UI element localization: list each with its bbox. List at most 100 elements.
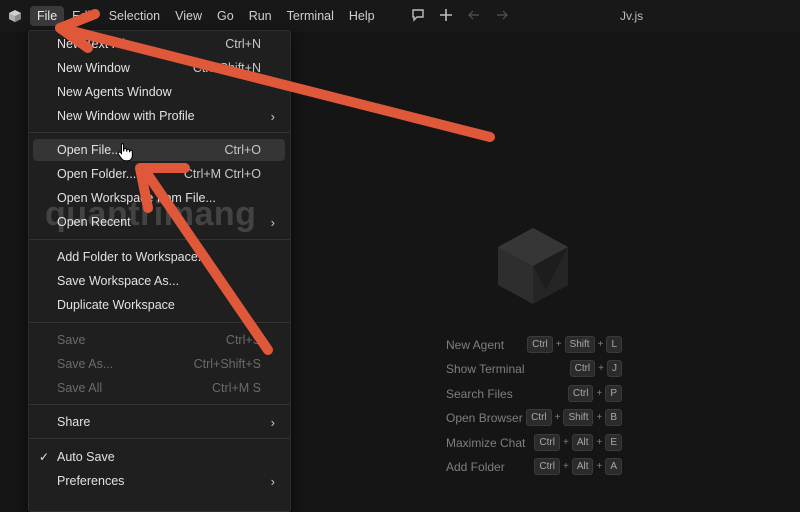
arrow-right-icon[interactable] [494, 7, 510, 23]
shortcut-name: Add Folder [446, 459, 505, 474]
menu-terminal[interactable]: Terminal [280, 6, 341, 26]
key: L [606, 336, 622, 353]
key: Ctrl [569, 360, 596, 378]
menu-item-save-all[interactable]: Save All Ctrl+M S [33, 377, 285, 399]
file-menu-dropdown: New Text File Ctrl+N New Window Ctrl+Shi… [28, 30, 291, 512]
menu-item-save-as[interactable]: Save As... Ctrl+Shift+S [33, 353, 285, 375]
menu-item-add-folder-to-workspace[interactable]: Add Folder to Workspace... [33, 246, 285, 268]
shortcut-name: Maximize Chat [446, 435, 526, 450]
shortcut-name: Open Browser [446, 411, 523, 426]
key: Shift [563, 409, 594, 427]
menu-item-label: Save [57, 333, 86, 347]
title-bar: File Edit Selection View Go Run Terminal… [0, 0, 800, 32]
app-cube-icon[interactable] [0, 0, 30, 32]
menu-separator [29, 322, 290, 323]
plus-icon[interactable] [438, 7, 454, 23]
key: Ctrl [527, 336, 553, 353]
menu-item-open-folder[interactable]: Open Folder... Ctrl+M Ctrl+O [33, 163, 285, 185]
arrow-left-icon[interactable] [466, 7, 482, 23]
menu-item-label: Share [57, 415, 91, 429]
shortcut-keys: Ctrl + Alt + A [534, 457, 622, 475]
menu-item-open-file[interactable]: Open File... Ctrl+O [33, 139, 285, 161]
menu-selection[interactable]: Selection [102, 6, 167, 26]
menu-item-new-window[interactable]: New Window Ctrl+Shift+N [33, 57, 285, 79]
menu-item-label: Save All [57, 381, 103, 395]
menu-item-auto-save[interactable]: ✓ Auto Save [33, 446, 285, 468]
key: A [605, 457, 622, 475]
menu-item-open-recent[interactable]: Open Recent › [33, 211, 285, 233]
menu-bar: File Edit Selection View Go Run Terminal… [30, 0, 383, 32]
chevron-right-icon: › [270, 108, 275, 124]
shortcut-name: Show Terminal [446, 362, 525, 377]
menu-item-shortcut: Ctrl+S [225, 333, 261, 347]
key: Shift [564, 336, 595, 353]
menu-help[interactable]: Help [342, 6, 382, 26]
menu-item-label: Save As... [57, 357, 114, 371]
menu-item-label: Add Folder to Workspace... [57, 250, 209, 264]
key: Alt [571, 433, 594, 451]
shortcut-row: Add Folder Ctrl + Alt + A [446, 457, 622, 481]
key: Ctrl [534, 433, 560, 451]
menu-item-duplicate-workspace[interactable]: Duplicate Workspace [33, 294, 285, 316]
menu-item-preferences[interactable]: Preferences › [33, 470, 285, 492]
menu-separator [29, 438, 290, 439]
key: Ctrl [526, 409, 552, 427]
menu-file[interactable]: File [30, 6, 65, 26]
menu-item-label: New Window with Profile [57, 109, 195, 123]
menu-item-shortcut: Ctrl+N [225, 37, 261, 51]
menu-separator [29, 132, 290, 133]
menu-edit[interactable]: Edit [65, 6, 101, 26]
checkmark-icon: ✓ [39, 450, 50, 464]
menu-item-shortcut: Ctrl+Shift+N [192, 61, 261, 75]
key: Ctrl [534, 457, 560, 475]
shortcut-row: Maximize Chat Ctrl + Alt + E [446, 433, 622, 457]
menu-go[interactable]: Go [210, 6, 241, 26]
menu-item-label: Save Workspace As... [57, 274, 180, 288]
shortcut-name: Search Files [446, 386, 513, 401]
menu-item-label: Open Folder... [57, 167, 137, 181]
chevron-right-icon: › [270, 214, 275, 230]
chat-icon[interactable] [410, 7, 426, 23]
menu-item-shortcut: Ctrl+M Ctrl+O [183, 167, 261, 181]
menu-item-new-agents-window[interactable]: New Agents Window [33, 81, 285, 103]
shortcut-keys: Ctrl + Shift + B [526, 409, 622, 427]
key: J [607, 360, 622, 378]
shortcut-row: Search Files Ctrl + P [446, 384, 622, 408]
shortcut-keys: Ctrl + P [567, 384, 622, 402]
shortcut-keys: Ctrl + Shift + L [527, 336, 622, 353]
key: B [605, 409, 622, 427]
key: P [605, 384, 622, 402]
shortcut-row: Show Terminal Ctrl + J [446, 359, 622, 383]
key: Alt [571, 457, 594, 475]
menu-run[interactable]: Run [242, 6, 279, 26]
menu-separator [29, 404, 290, 405]
menu-item-label: Auto Save [57, 450, 115, 464]
menu-item-label: Preferences [57, 474, 125, 488]
shortcut-row: New Agent Ctrl + Shift + L [446, 335, 622, 359]
menu-item-open-workspace[interactable]: Open Workspace from File... [33, 187, 285, 209]
hand-pointer-icon [117, 143, 133, 162]
shortcut-keys: Ctrl + J [569, 360, 622, 378]
menu-item-shortcut: Ctrl+Shift+S [193, 357, 261, 371]
menu-item-label: Open Recent [57, 215, 131, 229]
app-cube-icon [496, 226, 570, 309]
menu-item-share[interactable]: Share › [33, 411, 285, 433]
menu-item-label: Open Workspace from File... [57, 191, 216, 205]
key: E [605, 433, 622, 451]
shortcut-list: New Agent Ctrl + Shift + L Show Terminal C… [446, 335, 622, 481]
menu-item-save-workspace-as[interactable]: Save Workspace As... [33, 270, 285, 292]
menu-separator [29, 239, 290, 240]
shortcut-keys: Ctrl + Alt + E [534, 433, 622, 451]
menu-item-label: New Text File [57, 37, 132, 51]
menu-view[interactable]: View [168, 6, 209, 26]
key: Ctrl [567, 384, 594, 402]
shortcut-name: New Agent [446, 338, 505, 352]
menu-item-label: Open File... [57, 143, 122, 157]
menu-item-new-text-file[interactable]: New Text File Ctrl+N [33, 33, 285, 55]
menu-item-label: New Agents Window [57, 85, 172, 99]
menu-item-new-window-with-profile[interactable]: New Window with Profile › [33, 105, 285, 127]
menu-item-label: New Window [57, 61, 130, 75]
menu-item-shortcut: Ctrl+M S [212, 381, 261, 395]
chevron-right-icon: › [270, 473, 275, 489]
menu-item-save[interactable]: Save Ctrl+S [33, 329, 285, 351]
